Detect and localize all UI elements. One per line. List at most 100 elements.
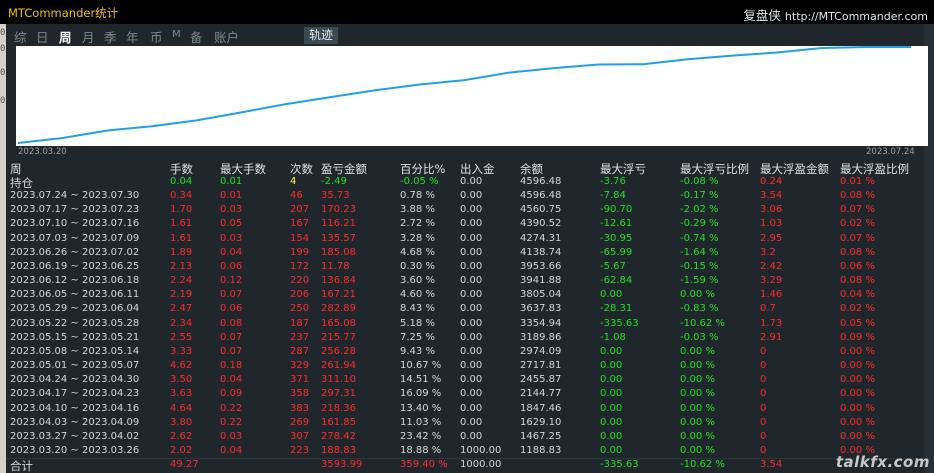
- table-row-label: 2023.04.17 ~ 2023.04.23: [10, 388, 140, 400]
- table-cell: -0.03 %: [680, 331, 719, 343]
- table-cell: 0: [760, 402, 767, 414]
- table-cell: 297.31: [321, 388, 356, 400]
- open-row-cell: -2.49: [321, 176, 347, 187]
- window-title: MTCommander统计: [8, 6, 119, 20]
- col-header-7[interactable]: 余额: [520, 161, 543, 177]
- table-cell: 0.00: [600, 402, 623, 414]
- table-cell: 0.07: [220, 345, 243, 357]
- table-cell: 0.00: [460, 190, 483, 202]
- brand-name: 复盘侠: [743, 8, 781, 23]
- table-cell: 1.73: [760, 317, 783, 329]
- table-cell: 329: [290, 360, 310, 372]
- table-cell: 3.29: [760, 275, 783, 287]
- strip-char: 0: [0, 96, 6, 106]
- table-cell: 282.89: [321, 303, 356, 315]
- table-cell: 13.40 %: [400, 402, 442, 414]
- table-cell: -0.74 %: [680, 232, 719, 244]
- table-cell: 1.70: [170, 204, 193, 216]
- balance-curve-chart: [16, 46, 928, 146]
- tab-4[interactable]: 季: [104, 27, 117, 46]
- table-cell: 0.07 %: [840, 232, 875, 244]
- table-cell: 0.78 %: [400, 190, 435, 202]
- tab-7[interactable]: M: [172, 29, 181, 40]
- strip-char: 0: [0, 68, 6, 78]
- table-row-label: 2023.04.10 ~ 2023.04.16: [10, 402, 140, 414]
- table-cell: 261.94: [321, 360, 356, 372]
- tab-8[interactable]: 备: [190, 27, 203, 46]
- table-cell: 11.03 %: [400, 416, 442, 428]
- col-header-10[interactable]: 最大浮盈金额: [760, 161, 829, 177]
- table-cell: 4.62: [170, 360, 193, 372]
- col-header-8[interactable]: 最大浮亏: [600, 161, 646, 177]
- col-header-11[interactable]: 最大浮盈比例: [840, 161, 909, 177]
- table-cell: 0.07: [220, 289, 243, 301]
- total-row-cell: 3593.99: [321, 459, 363, 471]
- col-header-3[interactable]: 次数: [290, 161, 313, 177]
- table-cell: 1629.10: [520, 416, 562, 428]
- tab-1[interactable]: 日: [36, 27, 49, 46]
- table-cell: -0.15 %: [680, 260, 719, 272]
- table-cell: 2144.77: [520, 388, 562, 400]
- table-cell: 2.62: [170, 430, 193, 442]
- table-cell: 0.00: [460, 416, 483, 428]
- table-cell: 0: [760, 445, 767, 457]
- table-cell: 3354.94: [520, 317, 562, 329]
- table-row-label: 2023.07.17 ~ 2023.07.23: [10, 204, 140, 216]
- table-cell: 3.88 %: [400, 204, 435, 216]
- table-cell: 3.54: [760, 190, 783, 202]
- table-cell: 0.09 %: [840, 331, 875, 343]
- table-cell: 0.00: [460, 204, 483, 216]
- table-cell: 0.00 %: [680, 345, 715, 357]
- table-cell: 0.00 %: [680, 360, 715, 372]
- table-cell: 10.67 %: [400, 360, 442, 372]
- table-cell: 307: [290, 430, 310, 442]
- table-row-label: 2023.05.08 ~ 2023.05.14: [10, 345, 140, 357]
- tab-0[interactable]: 综: [14, 27, 27, 46]
- table-cell: -12.61: [600, 218, 633, 230]
- table-cell: 0.00: [600, 388, 623, 400]
- title-bar: MTCommander统计 复盘侠 http://MTCommander.com: [0, 0, 934, 24]
- tab-9[interactable]: 账户: [214, 27, 239, 46]
- table-cell: 0: [760, 430, 767, 442]
- table-row-label: 2023.05.01 ~ 2023.05.07: [10, 360, 140, 372]
- table-cell: 0.00 %: [680, 445, 715, 457]
- table-cell: 0.07 %: [840, 204, 875, 216]
- table-cell: 0.00 %: [680, 402, 715, 414]
- table-row-label: 2023.05.29 ~ 2023.06.04: [10, 303, 140, 315]
- table-cell: 0.00: [460, 317, 483, 329]
- table-cell: 0.00: [460, 388, 483, 400]
- col-header-6[interactable]: 出入金: [460, 161, 495, 177]
- tab-3[interactable]: 月: [82, 27, 95, 46]
- table-row-label: 2023.04.24 ~ 2023.04.30: [10, 374, 140, 386]
- table-row-label: 2023.06.05 ~ 2023.06.11: [10, 289, 140, 301]
- table-cell: 5.18 %: [400, 317, 435, 329]
- tab-6[interactable]: 币: [150, 27, 163, 46]
- table-cell: 154: [290, 232, 310, 244]
- table-cell: 0.00 %: [840, 345, 875, 357]
- table-cell: 4274.31: [520, 232, 562, 244]
- strip-char: 0: [0, 28, 6, 38]
- table-cell: 0.00 %: [680, 430, 715, 442]
- table-cell: 3.50: [170, 374, 193, 386]
- tab-5[interactable]: 年: [126, 27, 139, 46]
- table-cell: 11.78: [321, 260, 350, 272]
- col-header-5[interactable]: 百分比%: [400, 161, 445, 177]
- table-cell: 116.21: [321, 218, 356, 230]
- col-header-1[interactable]: 手数: [170, 161, 193, 177]
- table-cell: 3.06: [760, 204, 783, 216]
- table-cell: 0.00: [460, 374, 483, 386]
- table-cell: 311.10: [321, 374, 356, 386]
- col-header-2[interactable]: 最大手数: [220, 161, 266, 177]
- table-cell: 0.00: [600, 416, 623, 428]
- col-header-9[interactable]: 最大浮亏比例: [680, 161, 749, 177]
- table-cell: 2.42: [760, 260, 783, 272]
- brand-link[interactable]: 复盘侠 http://MTCommander.com: [743, 5, 928, 24]
- col-header-4[interactable]: 盈亏金额: [321, 161, 367, 177]
- tab-2[interactable]: 周: [59, 27, 72, 46]
- table-cell: 278.42: [321, 430, 356, 442]
- track-button[interactable]: 轨迹: [304, 27, 338, 44]
- table-cell: 188.83: [321, 445, 356, 457]
- table-cell: 0: [760, 388, 767, 400]
- table-cell: 46: [290, 190, 303, 202]
- table-cell: 0.00 %: [840, 416, 875, 428]
